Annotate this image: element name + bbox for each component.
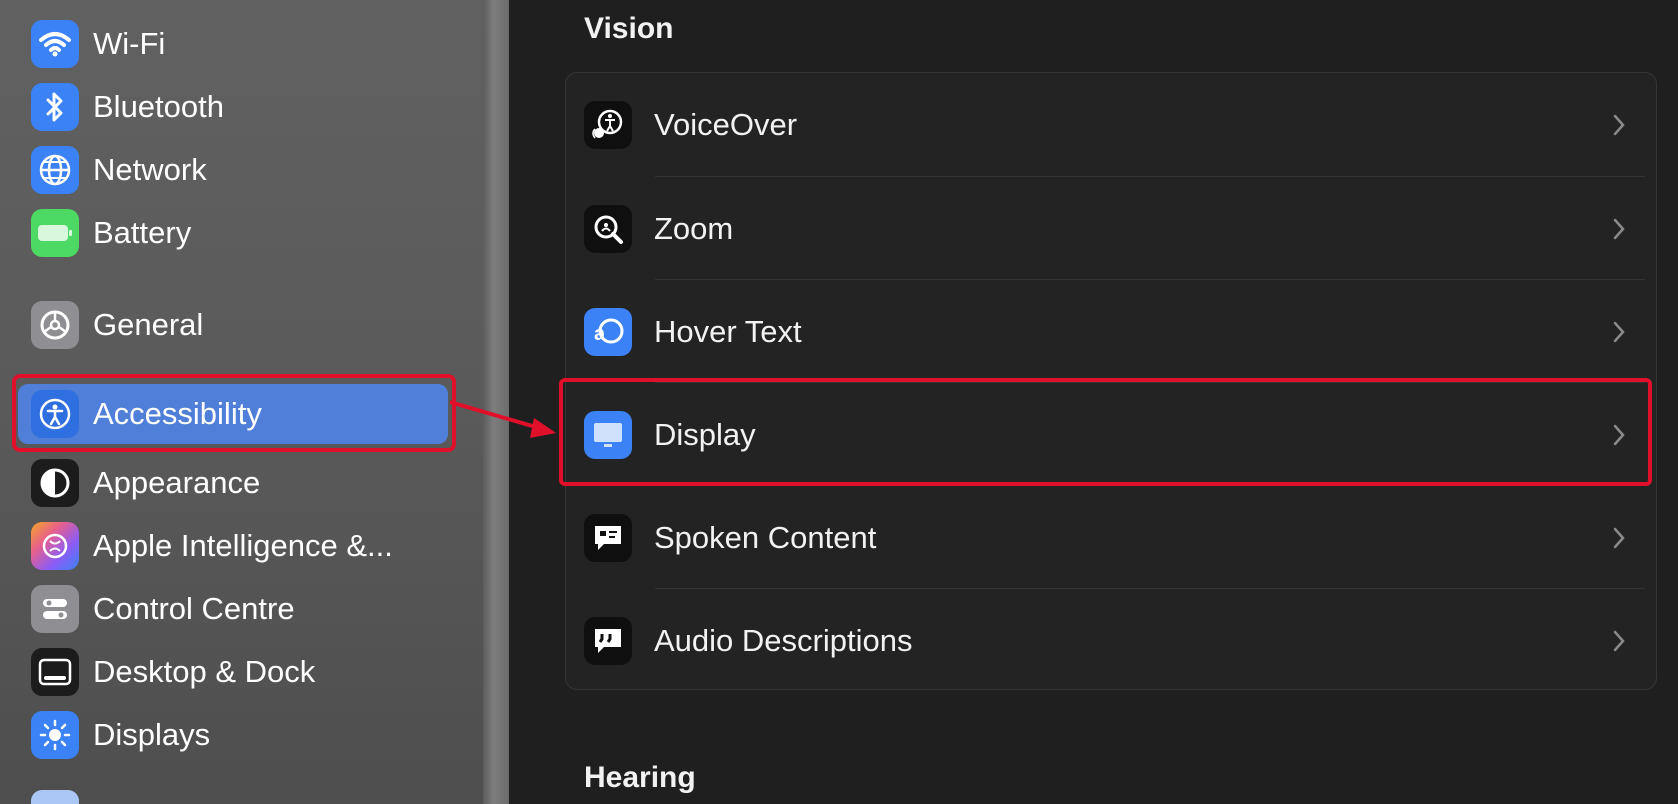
sidebar-item-appearance[interactable]: Appearance — [18, 453, 448, 513]
sidebar-item-label: Network — [93, 152, 207, 187]
sidebar-item-label: Wi-Fi — [93, 26, 166, 61]
row-label: Zoom — [654, 210, 734, 246]
row-zoom[interactable]: Zoom — [565, 177, 1655, 280]
row-hover-text[interactable]: a Hover Text — [565, 280, 1655, 383]
sidebar-partial-icon — [31, 790, 79, 804]
sidebar-item-desktop-dock[interactable]: Desktop & Dock — [18, 642, 448, 702]
svg-text:a: a — [594, 323, 606, 345]
sidebar-item-apple-intelligence[interactable]: Apple Intelligence &... — [18, 516, 448, 576]
chevron-right-icon — [1613, 218, 1625, 239]
highlight-box-display — [559, 378, 1652, 486]
dock-icon — [31, 648, 79, 696]
speech-bubble-icon — [584, 513, 632, 562]
sidebar-item-bluetooth[interactable]: Bluetooth — [18, 77, 448, 137]
section-title-vision: Vision — [584, 12, 674, 45]
sidebar-item-label: Appearance — [93, 465, 261, 500]
quote-bubble-icon — [584, 616, 632, 665]
bluetooth-icon — [31, 83, 79, 131]
chevron-right-icon — [1613, 114, 1625, 135]
sidebar-item-label: Apple Intelligence &... — [93, 528, 393, 563]
row-label: Spoken Content — [654, 519, 877, 555]
sidebar-item-label: Control Centre — [93, 591, 295, 626]
globe-icon — [31, 146, 79, 194]
section-title-hearing: Hearing — [584, 761, 696, 794]
sidebar-item-wifi[interactable]: Wi-Fi — [18, 14, 448, 74]
apple-intelligence-icon — [31, 522, 79, 570]
sun-icon — [31, 711, 79, 759]
row-label: Hover Text — [654, 313, 802, 349]
gear-icon — [31, 301, 79, 349]
chevron-right-icon — [1613, 630, 1625, 651]
sidebar-item-label: Displays — [93, 717, 211, 752]
sidebar-item-label: Bluetooth — [93, 89, 224, 124]
sidebar-item-label: General — [93, 307, 204, 342]
control-centre-icon — [31, 585, 79, 633]
hover-text-icon: a — [584, 307, 632, 356]
row-audio-descriptions[interactable]: Audio Descriptions — [565, 589, 1655, 692]
sidebar-item-control-centre[interactable]: Control Centre — [18, 579, 448, 639]
row-label: VoiceOver — [654, 106, 798, 142]
wifi-icon — [31, 20, 79, 68]
sidebar-item-network[interactable]: Network — [18, 140, 448, 200]
sidebar-item-label: Desktop & Dock — [93, 654, 316, 689]
row-voiceover[interactable]: VoiceOver — [565, 73, 1655, 176]
sidebar-item-label: Battery — [93, 215, 192, 250]
voiceover-icon — [584, 100, 632, 149]
highlight-box-accessibility — [12, 374, 456, 452]
appearance-icon — [31, 459, 79, 507]
battery-icon — [31, 209, 79, 257]
chevron-right-icon — [1613, 527, 1625, 548]
zoom-icon — [584, 204, 632, 253]
row-label: Audio Descriptions — [654, 622, 913, 658]
arrow-annotation — [450, 400, 556, 438]
sidebar-item-battery[interactable]: Battery — [18, 203, 448, 263]
row-spoken-content[interactable]: Spoken Content — [565, 486, 1655, 589]
chevron-right-icon — [1613, 321, 1625, 342]
sidebar-item-displays[interactable]: Displays — [18, 705, 448, 765]
sidebar-item-general[interactable]: General — [18, 295, 448, 355]
